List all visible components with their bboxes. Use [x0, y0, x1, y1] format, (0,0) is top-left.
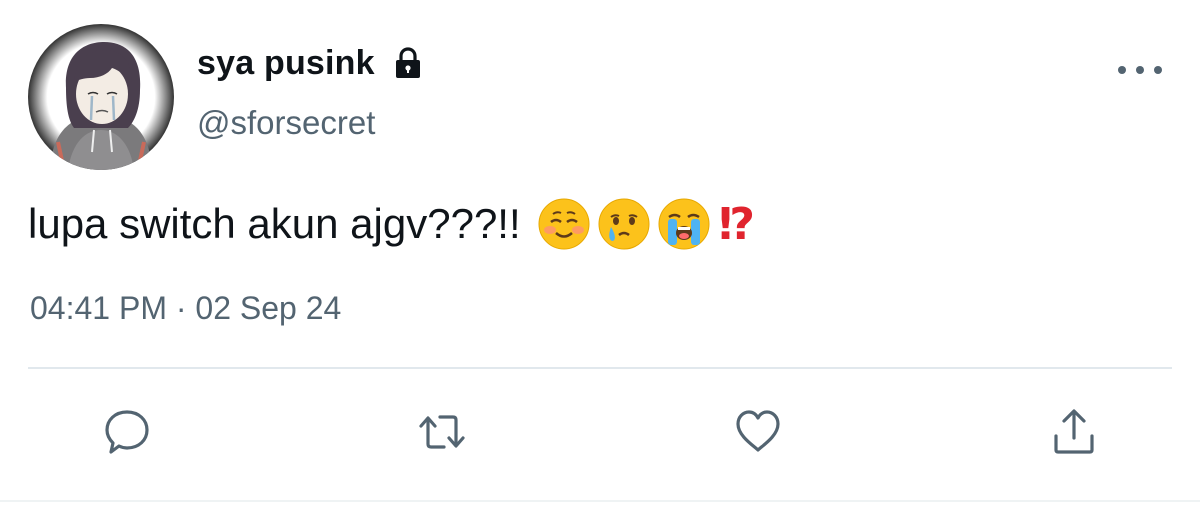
reply-icon — [105, 410, 149, 454]
share-icon — [1054, 409, 1094, 454]
tweet-card: sya pusink @sforsecret lupa switch akun … — [0, 0, 1200, 520]
exclamation-question-mark: ⁉ — [718, 199, 755, 249]
tweet-body: lupa switch akun ajgv???!! — [28, 200, 521, 247]
display-name[interactable]: sya pusink — [197, 44, 375, 83]
heart-icon — [736, 410, 780, 452]
user-name-row: sya pusink — [197, 40, 425, 86]
more-dot — [1136, 66, 1144, 74]
user-handle[interactable]: @sforsecret — [197, 104, 375, 142]
loudly-crying-face-emoji — [657, 197, 711, 251]
retweet-button[interactable] — [414, 404, 470, 460]
more-dot — [1154, 66, 1162, 74]
lock-icon — [391, 46, 425, 80]
avatar-illustration — [50, 42, 152, 170]
reply-button[interactable] — [99, 404, 155, 460]
more-dot — [1118, 66, 1126, 74]
face-holding-back-tears-emoji — [597, 197, 651, 251]
bottom-divider — [0, 500, 1200, 502]
tweet-text: lupa switch akun ajgv???!! ⁉ — [28, 190, 755, 258]
smiling-face-emoji — [537, 197, 591, 251]
timestamp[interactable]: 04:41 PM · 02 Sep 24 — [30, 290, 341, 327]
share-button[interactable] — [1046, 404, 1102, 460]
like-button[interactable] — [730, 404, 786, 460]
divider — [28, 367, 1172, 369]
retweet-icon — [419, 415, 465, 449]
emoji-group: ⁉ — [537, 197, 755, 251]
avatar[interactable] — [28, 24, 174, 170]
more-icon[interactable] — [1118, 58, 1162, 82]
